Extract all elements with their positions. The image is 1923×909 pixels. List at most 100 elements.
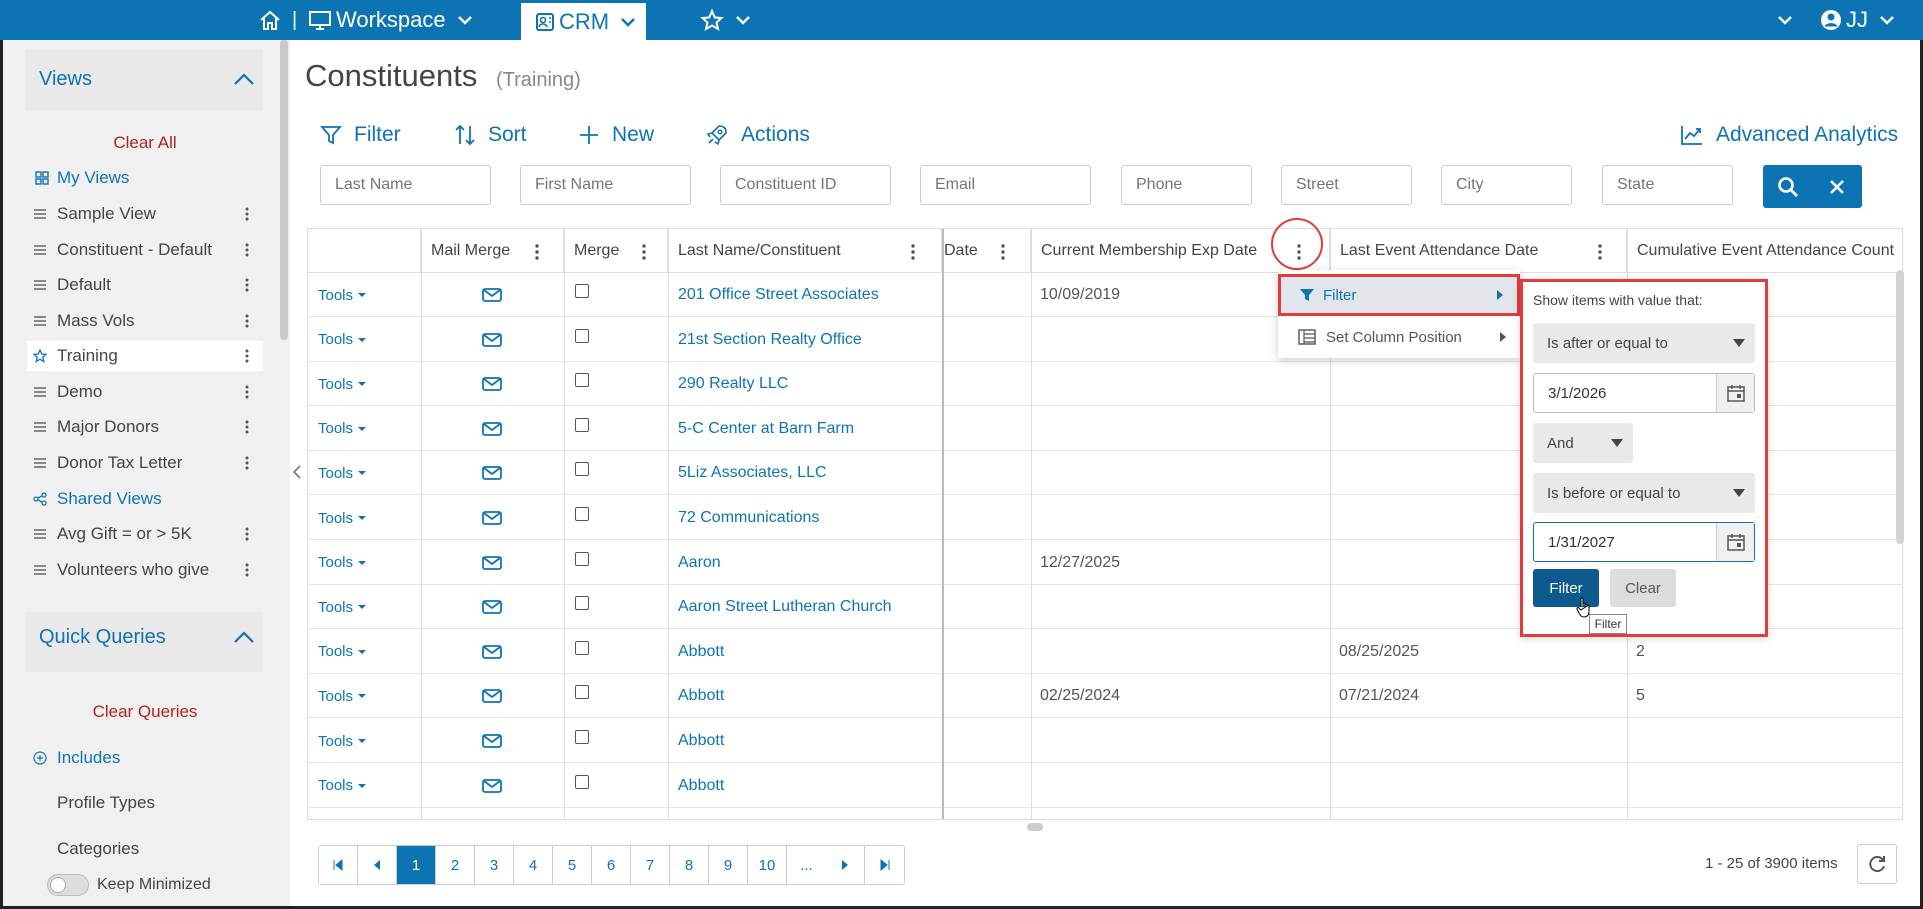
more-options-icon[interactable] bbox=[245, 385, 249, 399]
shared-views-link[interactable]: Shared Views bbox=[27, 484, 263, 514]
column-menu-icon[interactable] bbox=[1598, 244, 1602, 260]
constituent-id-field[interactable] bbox=[720, 165, 891, 205]
tools-dropdown[interactable]: Tools bbox=[318, 407, 367, 451]
mail-merge-envelope[interactable] bbox=[482, 451, 502, 495]
more-options-icon[interactable] bbox=[245, 314, 249, 328]
vertical-scrollbar[interactable] bbox=[1896, 270, 1904, 544]
sidebar-item-mass-vols[interactable]: Mass Vols bbox=[27, 306, 263, 336]
tools-dropdown[interactable]: Tools bbox=[318, 719, 367, 763]
more-options-icon[interactable] bbox=[245, 207, 249, 221]
calendar-button[interactable] bbox=[1716, 523, 1754, 561]
mail-merge-envelope[interactable] bbox=[482, 318, 502, 362]
tools-dropdown[interactable]: Tools bbox=[318, 541, 367, 585]
actions-button[interactable]: Actions bbox=[705, 120, 810, 150]
merge-checkbox[interactable] bbox=[575, 417, 589, 432]
constituent-name-link[interactable]: 201 Office Street Associates bbox=[678, 273, 879, 317]
merge-checkbox[interactable] bbox=[575, 640, 589, 655]
constituent-name-link[interactable]: 5Liz Associates, LLC bbox=[678, 451, 827, 495]
column-menu-icon[interactable] bbox=[911, 244, 915, 260]
cumulative-column-header[interactable]: Cumulative Event Attendance Count bbox=[1627, 229, 1902, 273]
more-options-icon[interactable] bbox=[245, 563, 249, 577]
star-icon[interactable] bbox=[33, 349, 47, 363]
menu-item-set-column-position[interactable]: Set Column Position bbox=[1278, 316, 1520, 358]
more-options-icon[interactable] bbox=[245, 243, 249, 257]
profile-types-link[interactable]: Profile Types bbox=[57, 793, 155, 813]
date-column-header[interactable]: Date bbox=[944, 229, 1031, 273]
mail-merge-envelope[interactable] bbox=[482, 585, 502, 629]
drag-handle-icon[interactable] bbox=[33, 278, 47, 292]
mail-merge-envelope[interactable] bbox=[482, 496, 502, 540]
page-number-button[interactable]: 7 bbox=[631, 846, 670, 884]
my-views-link[interactable]: My Views bbox=[27, 163, 263, 193]
chevron-up-icon[interactable] bbox=[233, 630, 255, 644]
drag-handle-icon[interactable] bbox=[33, 420, 47, 434]
merge-checkbox[interactable] bbox=[575, 551, 589, 566]
page-number-button[interactable]: 10 bbox=[748, 846, 787, 884]
column-menu-icon[interactable] bbox=[642, 244, 646, 260]
page-number-button[interactable]: 6 bbox=[592, 846, 631, 884]
search-icon[interactable] bbox=[1777, 176, 1799, 198]
page-number-button[interactable]: 8 bbox=[670, 846, 709, 884]
includes-item[interactable]: Includes bbox=[27, 743, 263, 773]
first-name-field[interactable] bbox=[520, 165, 691, 205]
page-number-button[interactable]: 9 bbox=[709, 846, 748, 884]
close-icon[interactable] bbox=[1828, 178, 1846, 196]
clear-filter-button[interactable]: Clear bbox=[1610, 569, 1676, 607]
email-field[interactable] bbox=[920, 165, 1091, 205]
sidebar-item-default[interactable]: Default bbox=[27, 270, 263, 300]
constituent-name-link[interactable]: Abbott bbox=[678, 630, 724, 674]
drag-handle-icon[interactable] bbox=[33, 243, 47, 257]
page-number-button[interactable]: 4 bbox=[514, 846, 553, 884]
horizontal-scrollbar[interactable] bbox=[1027, 823, 1043, 831]
operator-select-2[interactable]: Is before or equal to bbox=[1533, 473, 1755, 513]
column-menu-icon[interactable] bbox=[1001, 244, 1005, 260]
clear-all-link[interactable]: Clear All bbox=[3, 133, 287, 153]
logic-select[interactable]: And bbox=[1533, 423, 1633, 463]
sidebar-item-sample-view[interactable]: Sample View bbox=[27, 199, 263, 229]
merge-column-header[interactable]: Merge bbox=[564, 229, 668, 273]
date-input-1[interactable]: 3/1/2026 bbox=[1533, 373, 1755, 413]
prev-page-button[interactable] bbox=[358, 846, 397, 884]
user-menu[interactable]: JJ bbox=[1820, 0, 1896, 40]
mail-merge-column-header[interactable]: Mail Merge bbox=[421, 229, 564, 273]
tools-dropdown[interactable]: Tools bbox=[318, 764, 367, 808]
column-menu-icon[interactable] bbox=[535, 244, 539, 260]
mail-merge-envelope[interactable] bbox=[482, 630, 502, 674]
tools-dropdown[interactable]: Tools bbox=[318, 585, 367, 629]
constituent-name-link[interactable]: Abbott bbox=[678, 764, 724, 808]
sidebar-item-constituent-default[interactable]: Constituent - Default bbox=[27, 235, 263, 265]
mail-merge-envelope[interactable] bbox=[482, 764, 502, 808]
last-name-field[interactable] bbox=[320, 165, 491, 205]
chevron-left-icon[interactable] bbox=[290, 462, 304, 482]
next-page-button[interactable] bbox=[826, 846, 865, 884]
constituent-name-link[interactable]: Abbott bbox=[678, 674, 724, 718]
constituent-name-link[interactable]: Aaron bbox=[678, 541, 721, 585]
phone-field[interactable] bbox=[1121, 165, 1252, 205]
tools-dropdown[interactable]: Tools bbox=[318, 318, 367, 362]
merge-checkbox[interactable] bbox=[575, 328, 589, 343]
sidebar-item-major-donors[interactable]: Major Donors bbox=[27, 412, 263, 442]
merge-checkbox[interactable] bbox=[575, 685, 589, 700]
mail-merge-envelope[interactable] bbox=[482, 674, 502, 718]
mail-merge-envelope[interactable] bbox=[482, 362, 502, 406]
drag-handle-icon[interactable] bbox=[33, 563, 47, 577]
clear-queries-link[interactable]: Clear Queries bbox=[3, 702, 287, 722]
street-field[interactable] bbox=[1281, 165, 1412, 205]
drag-handle-icon[interactable] bbox=[33, 527, 47, 541]
merge-checkbox[interactable] bbox=[575, 774, 589, 789]
merge-checkbox[interactable] bbox=[575, 730, 589, 744]
mail-merge-envelope[interactable] bbox=[482, 407, 502, 451]
mail-merge-envelope[interactable] bbox=[482, 541, 502, 585]
workspace-menu[interactable]: Workspace bbox=[308, 0, 474, 40]
merge-checkbox[interactable] bbox=[575, 596, 589, 611]
page-number-button[interactable]: 2 bbox=[436, 846, 475, 884]
refresh-button[interactable] bbox=[1857, 844, 1897, 884]
constituent-name-link[interactable]: 72 Communications bbox=[678, 496, 819, 540]
keep-minimized-toggle[interactable] bbox=[47, 874, 89, 896]
mail-merge-envelope[interactable] bbox=[482, 719, 502, 763]
tools-dropdown[interactable]: Tools bbox=[318, 362, 367, 406]
sidebar-item-training[interactable]: Training bbox=[27, 341, 263, 371]
favorites-menu[interactable] bbox=[700, 0, 752, 40]
drag-handle-icon[interactable] bbox=[33, 456, 47, 470]
page-number-button[interactable]: 3 bbox=[475, 846, 514, 884]
